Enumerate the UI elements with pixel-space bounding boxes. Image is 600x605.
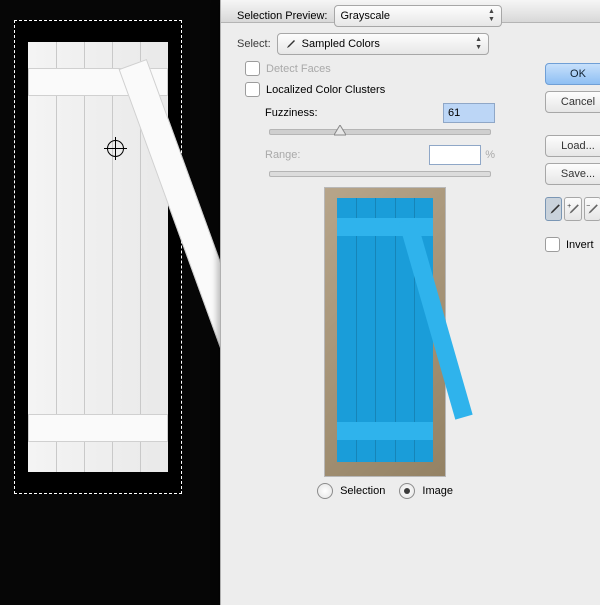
save-button[interactable]: Save...: [545, 163, 600, 185]
selection-radio[interactable]: [317, 483, 333, 499]
chevron-updown-icon: ▲▼: [472, 36, 486, 52]
cancel-button[interactable]: Cancel: [545, 91, 600, 113]
fuzziness-thumb[interactable]: [334, 125, 346, 137]
selection-preview-value: Grayscale: [341, 10, 391, 22]
grayscale-preview-image[interactable]: [28, 42, 168, 472]
localized-clusters-checkbox[interactable]: [245, 82, 260, 97]
color-range-dialog: Color Range Select: Sampled Colors ▲▼ De…: [220, 0, 600, 605]
preview-image[interactable]: [324, 187, 446, 477]
eyedropper-subtract-tool[interactable]: −: [584, 197, 600, 221]
detect-faces-checkbox[interactable]: [245, 61, 260, 76]
canvas-area: [0, 0, 220, 605]
fuzziness-input[interactable]: [443, 103, 495, 123]
svg-text:−: −: [586, 203, 590, 210]
select-label: Select:: [237, 38, 271, 50]
select-value: Sampled Colors: [302, 38, 380, 50]
selection-radio-label: Selection: [340, 485, 385, 497]
eyedropper-target-cursor: [107, 140, 124, 157]
fuzziness-label: Fuzziness:: [265, 107, 318, 119]
select-dropdown[interactable]: Sampled Colors ▲▼: [277, 33, 489, 55]
localized-clusters-label: Localized Color Clusters: [266, 84, 385, 96]
image-radio-row[interactable]: Image: [399, 483, 453, 499]
range-input: [429, 145, 481, 165]
eyedropper-add-tool[interactable]: +: [564, 197, 581, 221]
range-label: Range:: [265, 149, 300, 161]
fuzziness-slider[interactable]: [269, 129, 491, 135]
selection-preview-dropdown[interactable]: Grayscale ▲▼: [334, 5, 502, 27]
range-slider: [269, 171, 491, 177]
selection-radio-row[interactable]: Selection: [317, 483, 385, 499]
image-radio[interactable]: [399, 483, 415, 499]
invert-label: Invert: [566, 239, 594, 251]
selection-marquee: [14, 20, 182, 494]
load-button[interactable]: Load...: [545, 135, 600, 157]
selection-preview-label: Selection Preview:: [237, 10, 328, 22]
eyedropper-icon: [284, 38, 296, 50]
invert-checkbox[interactable]: [545, 237, 560, 252]
range-unit: %: [485, 149, 495, 161]
ok-button[interactable]: OK: [545, 63, 600, 85]
chevron-updown-icon: ▲▼: [485, 8, 499, 24]
detect-faces-label: Detect Faces: [266, 63, 331, 75]
image-radio-label: Image: [422, 485, 453, 497]
svg-text:+: +: [567, 203, 571, 210]
eyedropper-tool[interactable]: [545, 197, 562, 221]
